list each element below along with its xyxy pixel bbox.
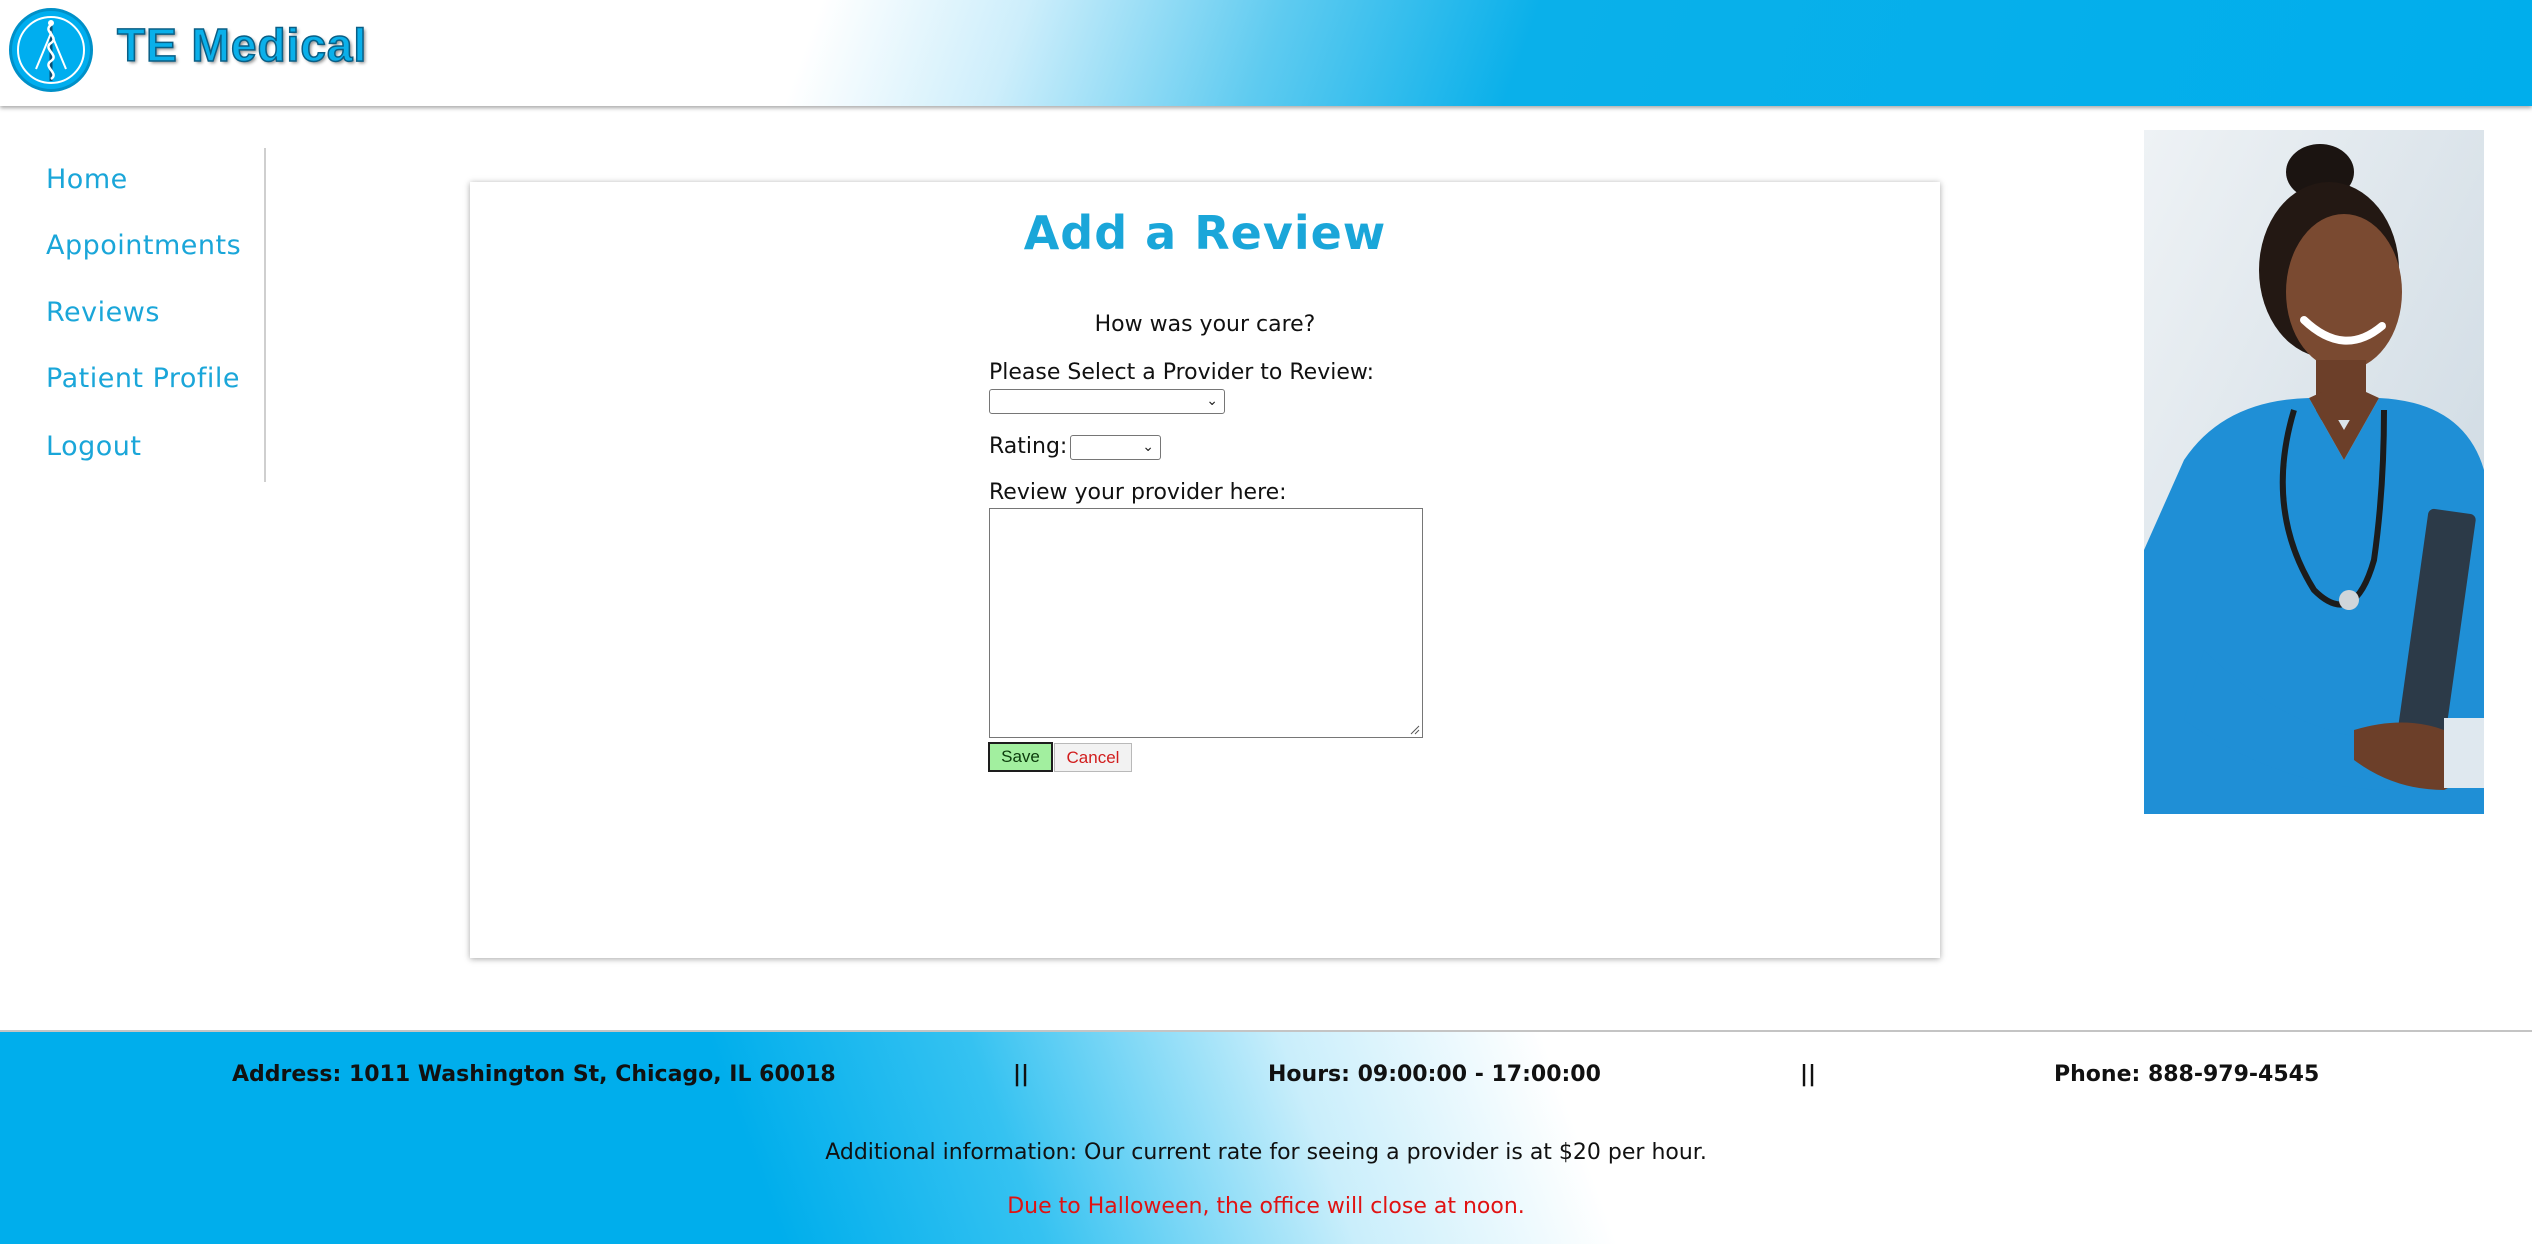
brand-name[interactable]: TE Medical [116,18,367,72]
review-textarea[interactable] [989,508,1423,738]
provider-select[interactable]: ⌄ [989,389,1225,414]
save-button[interactable]: Save [988,742,1053,772]
footer-separator: || [1800,1062,1817,1087]
footer-additional-info: Additional information: Our current rate… [825,1140,1707,1165]
nav-item-patient-profile[interactable]: Patient Profile [46,363,240,394]
resize-grip-icon[interactable] [1410,725,1420,735]
nav-item-home[interactable]: Home [46,164,128,195]
site-footer: Address: 1011 Washington St, Chicago, IL… [0,1030,2532,1244]
cancel-button[interactable]: Cancel [1054,743,1132,772]
footer-phone: Phone: 888-979-4545 [2054,1062,2320,1087]
nav-item-logout[interactable]: Logout [46,431,141,462]
nav-item-reviews[interactable]: Reviews [46,297,160,328]
form-subtitle: How was your care? [1094,312,1316,337]
add-review-card: Add a Review How was your care? Please S… [470,182,1940,958]
rating-label: Rating: [989,434,1068,459]
chevron-down-icon: ⌄ [1206,393,1218,409]
nurse-photo [2144,130,2484,814]
review-label: Review your provider here: [989,480,1287,505]
footer-address: Address: 1011 Washington St, Chicago, IL… [232,1062,836,1087]
site-header: TE Medical [0,0,2532,106]
provider-label: Please Select a Provider to Review: [989,360,1375,385]
nav-item-appointments[interactable]: Appointments [46,230,241,261]
footer-notice: Due to Halloween, the office will close … [1007,1194,1525,1219]
rating-select[interactable]: ⌄ [1070,435,1161,460]
chevron-down-icon: ⌄ [1142,439,1154,455]
footer-separator: || [1013,1062,1030,1087]
caduceus-logo-icon[interactable] [9,8,93,92]
footer-hours: Hours: 09:00:00 - 17:00:00 [1268,1062,1601,1087]
page-title: Add a Review [1023,206,1387,260]
side-navigation: Home Appointments Reviews Patient Profil… [0,148,266,482]
